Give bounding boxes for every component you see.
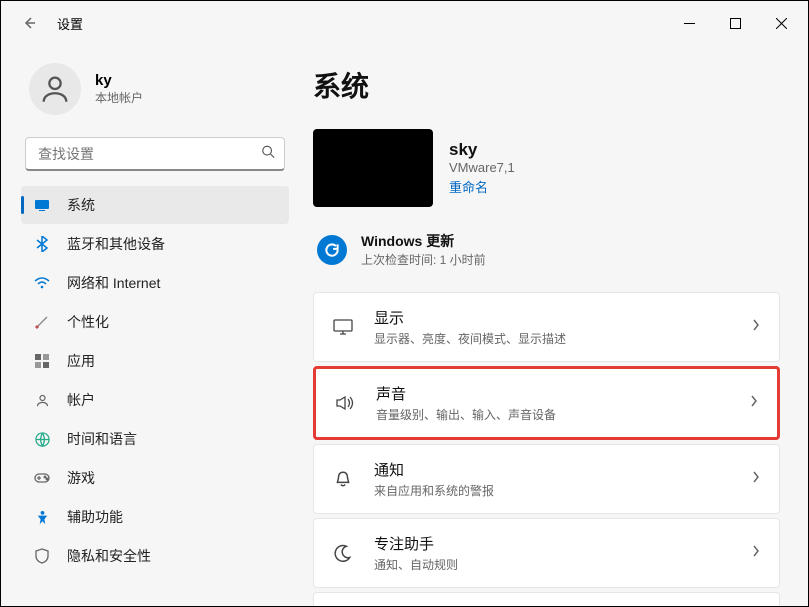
shield-icon xyxy=(33,548,51,564)
minimize-button[interactable] xyxy=(666,7,712,39)
card-sub: 通知、自动规则 xyxy=(374,556,458,573)
user-info: ky 本地帐户 xyxy=(95,72,143,106)
user-block[interactable]: ky 本地帐户 xyxy=(21,45,289,133)
user-name: ky xyxy=(95,72,143,89)
sidebar-item-bluetooth[interactable]: 蓝牙和其他设备 xyxy=(21,225,289,263)
search-icon xyxy=(261,145,275,164)
card-title: 专注助手 xyxy=(374,533,458,554)
card-display[interactable]: 显示 显示器、亮度、夜间模式、显示描述 xyxy=(313,292,780,362)
rename-link[interactable]: 重命名 xyxy=(449,177,515,196)
moon-icon xyxy=(332,544,354,562)
sidebar-item-label: 网络和 Internet xyxy=(67,273,160,293)
settings-window: 设置 ky 本地帐户 xyxy=(1,1,808,606)
back-button[interactable] xyxy=(13,7,45,39)
back-arrow-icon xyxy=(21,15,37,31)
update-sub: 上次检查时间: 1 小时前 xyxy=(361,251,486,268)
brush-icon xyxy=(33,314,51,330)
apps-icon xyxy=(33,354,51,368)
minimize-icon xyxy=(684,18,695,29)
person-icon xyxy=(38,72,72,106)
speaker-icon xyxy=(334,394,356,412)
accessibility-icon xyxy=(33,510,51,525)
sidebar-item-privacy[interactable]: 隐私和安全性 xyxy=(21,537,289,575)
sidebar-item-accounts[interactable]: 帐户 xyxy=(21,381,289,419)
sidebar-item-label: 游戏 xyxy=(67,468,95,488)
window-title: 设置 xyxy=(57,14,83,33)
search-box xyxy=(25,137,285,171)
page-title: 系统 xyxy=(313,65,780,105)
card-text: 显示 显示器、亮度、夜间模式、显示描述 xyxy=(374,307,566,347)
titlebar: 设置 xyxy=(1,1,808,45)
bluetooth-icon xyxy=(33,236,51,252)
sidebar-item-gaming[interactable]: 游戏 xyxy=(21,459,289,497)
sidebar-item-network[interactable]: 网络和 Internet xyxy=(21,264,289,302)
sidebar-item-system[interactable]: 系统 xyxy=(21,186,289,224)
chevron-right-icon xyxy=(749,394,759,413)
update-text: Windows 更新 上次检查时间: 1 小时前 xyxy=(361,231,486,268)
close-button[interactable] xyxy=(758,7,804,39)
window-buttons xyxy=(666,7,804,39)
chevron-right-icon xyxy=(751,544,761,563)
sidebar-item-label: 系统 xyxy=(67,195,95,215)
sidebar-item-label: 蓝牙和其他设备 xyxy=(67,234,165,254)
sidebar-item-apps[interactable]: 应用 xyxy=(21,342,289,380)
avatar xyxy=(29,63,81,115)
card-power[interactable]: 电源 xyxy=(313,592,780,606)
card-text: 通知 来自应用和系统的警报 xyxy=(374,459,494,499)
device-model: VMware7,1 xyxy=(449,160,515,175)
sidebar-item-personalization[interactable]: 个性化 xyxy=(21,303,289,341)
sidebar-item-label: 个性化 xyxy=(67,312,109,332)
update-sync-icon xyxy=(317,235,347,265)
card-focus-assist[interactable]: 专注助手 通知、自动规则 xyxy=(313,518,780,588)
card-sub: 显示器、亮度、夜间模式、显示描述 xyxy=(374,330,566,347)
windows-update-row[interactable]: Windows 更新 上次检查时间: 1 小时前 xyxy=(313,231,780,268)
sidebar-item-accessibility[interactable]: 辅助功能 xyxy=(21,498,289,536)
card-title: 通知 xyxy=(374,459,494,480)
sidebar-nav: 系统 蓝牙和其他设备 网络和 Internet xyxy=(21,185,289,576)
user-account-type: 本地帐户 xyxy=(95,89,143,106)
device-name: sky xyxy=(449,140,515,160)
device-info: sky VMware7,1 重命名 xyxy=(449,140,515,196)
sidebar-item-label: 应用 xyxy=(67,351,95,371)
card-title: 声音 xyxy=(376,383,556,404)
sidebar-item-label: 帐户 xyxy=(67,390,95,410)
search-input[interactable] xyxy=(25,137,285,171)
body: ky 本地帐户 系统 xyxy=(1,45,808,606)
display-icon xyxy=(33,197,51,213)
settings-cards: 显示 显示器、亮度、夜间模式、显示描述 声音 音量级别、输出、输入、声音设备 xyxy=(313,292,780,606)
maximize-button[interactable] xyxy=(712,7,758,39)
card-notifications[interactable]: 通知 来自应用和系统的警报 xyxy=(313,444,780,514)
sidebar-item-time-language[interactable]: 时间和语言 xyxy=(21,420,289,458)
gaming-icon xyxy=(33,472,51,484)
card-text: 声音 音量级别、输出、输入、声音设备 xyxy=(376,383,556,423)
device-block: sky VMware7,1 重命名 xyxy=(313,129,780,207)
sidebar: ky 本地帐户 系统 xyxy=(1,45,301,606)
card-title: 显示 xyxy=(374,307,566,328)
sidebar-item-label: 时间和语言 xyxy=(67,429,137,449)
card-text: 专注助手 通知、自动规则 xyxy=(374,533,458,573)
device-thumbnail xyxy=(313,129,433,207)
chevron-right-icon xyxy=(751,470,761,489)
update-title: Windows 更新 xyxy=(361,231,486,251)
sidebar-item-label: 辅助功能 xyxy=(67,507,123,527)
card-sub: 音量级别、输出、输入、声音设备 xyxy=(376,406,556,423)
close-icon xyxy=(776,18,787,29)
bell-icon xyxy=(332,470,354,488)
wifi-icon xyxy=(33,276,51,290)
card-sound[interactable]: 声音 音量级别、输出、输入、声音设备 xyxy=(313,366,780,440)
card-sub: 来自应用和系统的警报 xyxy=(374,482,494,499)
content-area: 系统 sky VMware7,1 重命名 Windows 更新 上次检查时间: … xyxy=(301,45,808,606)
maximize-icon xyxy=(730,18,741,29)
accounts-icon xyxy=(33,393,51,408)
chevron-right-icon xyxy=(751,318,761,337)
monitor-icon xyxy=(332,318,354,336)
globe-icon xyxy=(33,432,51,447)
sidebar-item-label: 隐私和安全性 xyxy=(67,546,151,566)
